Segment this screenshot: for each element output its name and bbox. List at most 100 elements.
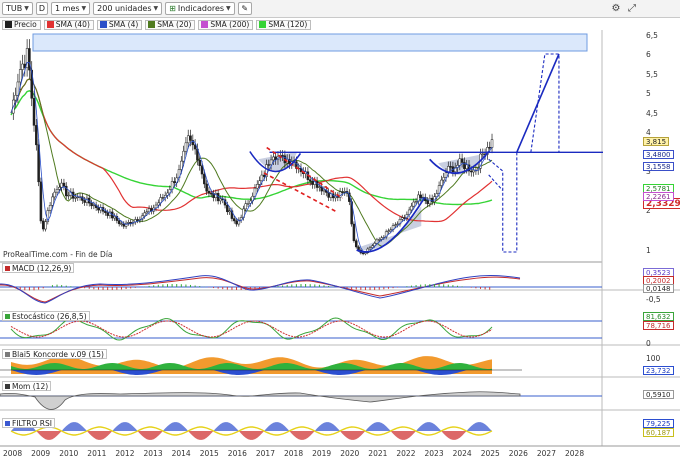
price-candle [97,207,100,211]
macd-tick: -0,5 [646,295,661,304]
price-tick: 4 [646,128,651,137]
price-candle [322,189,326,192]
price-candle [173,181,176,184]
last-price-tag: 3,815 [643,137,670,146]
price-candle [470,170,473,173]
price-candle [267,164,271,166]
price-candle [414,201,418,203]
price-candle [76,196,79,199]
price-candle [269,159,273,165]
price-candle [458,158,462,166]
macd-panel [0,274,602,304]
price-candle [465,164,468,169]
macd-swatch [5,265,10,271]
mom-area [0,391,521,410]
price-candle [281,155,284,157]
price-candle [21,63,24,70]
projection-target-line[interactable] [516,53,560,153]
price-candle [53,191,56,198]
year-tick: 2023 [424,449,444,458]
mom-label[interactable]: Mom (12) [2,381,52,391]
chart-canvas[interactable] [0,0,680,459]
price-candle [67,194,70,197]
stoch-value-1: 81,632 [643,312,674,321]
price-candle [442,177,445,181]
price-candle [262,174,266,177]
koncorde-label[interactable]: Blai5 Koncorde v.09 (15) [2,349,107,359]
price-candle [14,95,17,101]
price-candle [426,200,429,205]
price-candle [117,220,121,225]
price-candle [48,205,52,211]
price-candle [343,191,346,193]
price-candle [92,204,96,207]
price-candle [244,203,248,210]
price-candle [352,223,356,241]
price-candle [182,150,185,162]
price-candle [184,142,188,152]
price-tick: 4,5 [646,109,658,118]
price-candle [157,202,160,206]
price-candle [481,153,485,155]
price-candle [440,179,443,186]
rsi-swatch [5,420,10,426]
stoch-label[interactable]: Estocástico (26,8,5) [2,311,90,321]
price-candle [341,191,344,193]
price-candle [35,125,38,146]
sma4-tag: 3,1558 [643,162,674,171]
price-candle [258,180,261,185]
price-candle [364,252,367,255]
price-candle [180,160,183,170]
price-candle [60,182,63,188]
price-candle [488,147,491,149]
price-candle [428,197,432,205]
price-candle [74,197,77,199]
year-tick: 2020 [340,449,360,458]
year-tick: 2027 [536,449,556,458]
projection-down[interactable] [488,152,518,253]
macd-label[interactable]: MACD (12,26,9) [2,263,75,273]
price-candle [419,194,422,199]
price-candle [104,211,107,213]
price-candle [377,239,381,241]
price-candle [18,69,22,83]
stoch-swatch [5,313,10,319]
price-candle [198,159,201,166]
sma200-tag: 2,2261 [643,192,674,201]
price-candle [228,210,231,213]
rsi-label[interactable]: FILTRO RSI [2,418,55,428]
price-candle [62,182,66,187]
price-candle [394,224,397,226]
mom-value: 0,5910 [643,390,674,399]
year-tick: 2013 [143,449,163,458]
price-candle [120,223,123,225]
price-candle [136,219,139,221]
price-candle [226,204,229,213]
price-candle [490,139,494,148]
price-candle [44,221,47,230]
price-candle [368,247,372,250]
price-candle [246,203,250,205]
price-candle [203,173,206,185]
price-candle [51,196,54,206]
price-candle [256,184,259,189]
year-tick: 2015 [199,449,219,458]
price-candle [28,48,31,71]
year-tick: 2008 [3,449,23,458]
price-candle [403,217,406,219]
resistance-tag: 3,4800 [643,150,674,159]
price-candle [235,220,238,225]
rsi-value-2: 60,187 [643,428,674,437]
macd-label-text: MACD (12,26,9) [12,263,72,273]
price-candle [354,240,358,248]
price-candle [412,201,416,207]
koncorde-label-text: Blai5 Koncorde v.09 (15) [12,349,104,359]
year-tick: 2026 [508,449,528,458]
price-candle [232,218,236,222]
price-candle [58,186,61,190]
projection-up-box[interactable] [530,53,560,153]
price-candle [361,252,365,255]
year-tick: 2021 [368,449,388,458]
price-marks [10,39,603,256]
year-tick: 2019 [312,449,332,458]
